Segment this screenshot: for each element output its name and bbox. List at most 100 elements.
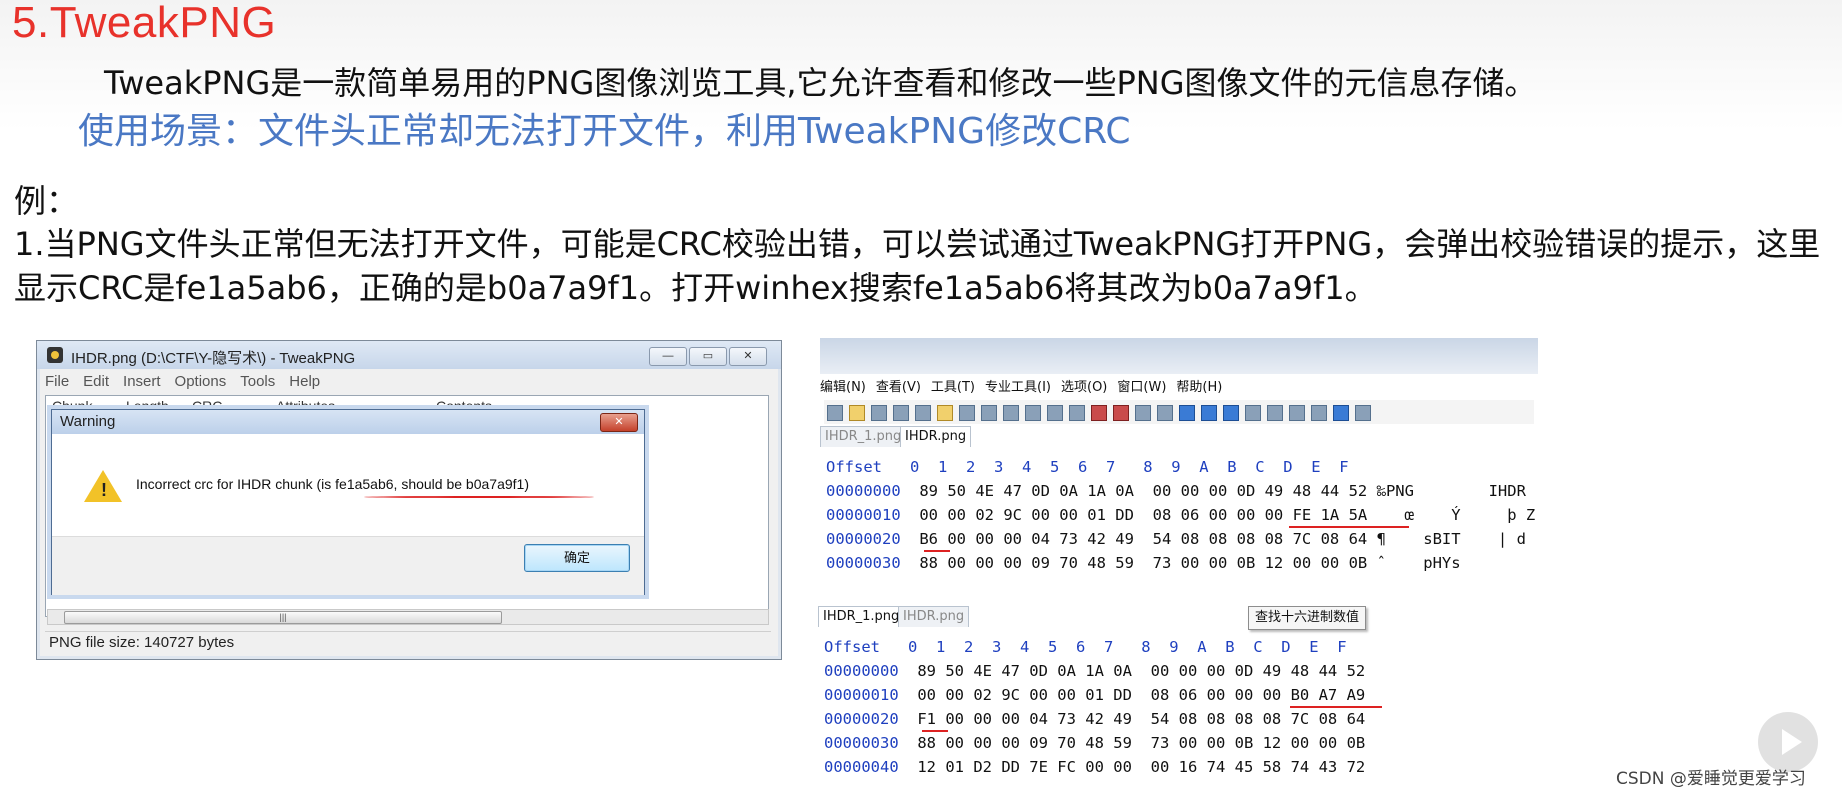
- winhex-menubar: 编辑(N) 查看(V) 工具(T) 专业工具(I) 选项(O) 窗口(W) 帮助(H): [820, 376, 1232, 396]
- winhex-titlebar: [820, 338, 1538, 374]
- tab-ihdr[interactable]: IHDR.png: [900, 426, 972, 447]
- row-hex[interactable]: 88 00 00 00 09 70 48 59 73 00 00 0B 12 0…: [917, 734, 1365, 752]
- maximize-button[interactable]: ▭: [689, 347, 727, 366]
- winhex-after-window: IHDR_1.png IHDR.png 查找十六进制数值 Offset 0 1 …: [818, 606, 1384, 794]
- menu-help[interactable]: 帮助(H): [1176, 380, 1222, 395]
- print-icon[interactable]: [893, 405, 909, 421]
- row-ascii[interactable]: ¶ sBIT | d: [1377, 530, 1526, 548]
- forward-arrow-icon[interactable]: [1245, 405, 1261, 421]
- hex-row[interactable]: 00000040 12 01 D2 DD 7E FC 00 00 00 16 7…: [824, 756, 1365, 778]
- back-arrow-icon[interactable]: [1223, 405, 1239, 421]
- ok-button[interactable]: 确定: [524, 544, 630, 572]
- hex-row[interactable]: 00000020 B6 00 00 00 04 73 42 49 54 08 0…: [826, 528, 1526, 550]
- disk-icon[interactable]: [937, 405, 953, 421]
- row-offset: 00000040: [824, 758, 899, 776]
- goto-page-icon[interactable]: [1201, 405, 1217, 421]
- warning-exclamation-icon: !: [101, 480, 107, 500]
- menu-tools[interactable]: 工具(T): [931, 380, 975, 395]
- horizontal-scrollbar[interactable]: |||: [47, 609, 769, 625]
- intro-text: TweakPNG是一款简单易用的PNG图像浏览工具,它允许查看和修改一些PNG图…: [104, 64, 1537, 102]
- disk-tools-icon[interactable]: [1267, 405, 1283, 421]
- tab-ihdr[interactable]: IHDR.png: [898, 606, 970, 627]
- hex-row[interactable]: 00000030 88 00 00 00 09 70 48 59 73 00 0…: [824, 732, 1365, 754]
- hex-row[interactable]: 00000020 F1 00 00 00 04 73 42 49 54 08 0…: [824, 708, 1365, 730]
- row-hex[interactable]: B6 00 00 00 04 73 42 49 54 08 08 08 08 7…: [919, 530, 1367, 548]
- clipboard-icon[interactable]: [1047, 405, 1063, 421]
- dialog-close-button[interactable]: ✕: [600, 413, 638, 432]
- minimize-button[interactable]: —: [649, 347, 687, 366]
- new-crc-underline: [1290, 706, 1382, 708]
- dialog-titlebar[interactable]: Warning ✕: [52, 410, 644, 434]
- winhex-before-window: 编辑(N) 查看(V) 工具(T) 专业工具(I) 选项(O) 窗口(W) 帮助(H) IH…: [820, 338, 1538, 578]
- find-hex-tooltip: 查找十六进制数值: [1248, 606, 1367, 630]
- write-icon[interactable]: [1069, 405, 1085, 421]
- search-icon[interactable]: [1355, 405, 1371, 421]
- menu-file[interactable]: File: [45, 373, 69, 390]
- row-offset: 00000000: [824, 662, 899, 680]
- column-header: 0 1 2 3 4 5 6 7 8 9 A B C D E F: [900, 458, 1349, 476]
- replace-hex-icon[interactable]: [1157, 405, 1173, 421]
- row-hex[interactable]: 00 00 02 9C 00 00 01 DD 08 06 00 00 00 B…: [917, 686, 1365, 704]
- row-ascii[interactable]: œ Ý þ Z: [1377, 506, 1536, 524]
- row-hex[interactable]: F1 00 00 00 04 73 42 49 54 08 08 08 08 7…: [917, 710, 1365, 728]
- goto-offset-icon[interactable]: [1179, 405, 1195, 421]
- copy-icon[interactable]: [981, 405, 997, 421]
- play-button[interactable]: [1758, 712, 1818, 772]
- tweakpng-titlebar[interactable]: IHDR.png (D:\CTF\Y-隐写术\) - TweakPNG — ▭ …: [37, 341, 781, 369]
- menu-insert[interactable]: Insert: [123, 373, 161, 390]
- calculator-icon[interactable]: [1311, 405, 1327, 421]
- undo-icon[interactable]: [959, 405, 975, 421]
- scroll-thumb[interactable]: |||: [64, 611, 502, 624]
- new-file-icon[interactable]: [827, 405, 843, 421]
- menu-edit[interactable]: 编辑(N): [820, 380, 866, 395]
- slide-title: 5.TweakPNG: [12, 0, 277, 47]
- hex-row[interactable]: 00000010 00 00 02 9C 00 00 01 DD 08 06 0…: [826, 504, 1535, 526]
- find-text-icon[interactable]: [1091, 405, 1107, 421]
- row-offset: 00000020: [826, 530, 901, 548]
- menu-edit[interactable]: Edit: [83, 373, 109, 390]
- csdn-watermark: CSDN @爱睡觉更爱学习: [1616, 769, 1806, 789]
- row-offset: 00000030: [824, 734, 899, 752]
- tab-ihdr1[interactable]: IHDR_1.png: [820, 426, 907, 447]
- row-ascii[interactable]: ‰PNG IHDR: [1377, 482, 1526, 500]
- tweakpng-menubar: File Edit Insert Options Tools Help: [45, 373, 334, 393]
- row-ascii[interactable]: ˆ pHYs: [1377, 554, 1461, 572]
- dialog-title: Warning: [60, 413, 116, 430]
- save-icon[interactable]: [871, 405, 887, 421]
- tab-ihdr1[interactable]: IHDR_1.png: [818, 606, 905, 627]
- example-label: 例：: [14, 182, 79, 220]
- menu-options[interactable]: 选项(O): [1061, 380, 1107, 395]
- new-crc-underline-2: [922, 730, 948, 732]
- menu-tools[interactable]: Tools: [240, 373, 275, 390]
- column-header: 0 1 2 3 4 5 6 7 8 9 A B C D E F: [898, 638, 1347, 656]
- row-hex[interactable]: 12 01 D2 DD 7E FC 00 00 00 16 74 45 58 7…: [917, 758, 1365, 776]
- hex-row[interactable]: 00000000 89 50 4E 47 0D 0A 1A 0A 00 00 0…: [826, 480, 1526, 502]
- open-folder-icon[interactable]: [849, 405, 865, 421]
- menu-view[interactable]: 查看(V): [876, 380, 921, 395]
- hex-row[interactable]: 00000030 88 00 00 00 09 70 48 59 73 00 0…: [826, 552, 1461, 574]
- data-interpreter-icon[interactable]: [1333, 405, 1349, 421]
- winhex-toolbar: [824, 400, 1534, 424]
- ram-icon[interactable]: [1289, 405, 1305, 421]
- properties-icon[interactable]: [915, 405, 931, 421]
- old-crc-underline-2: [924, 550, 950, 552]
- row-hex[interactable]: 00 00 02 9C 00 00 01 DD 08 06 00 00 00 F…: [919, 506, 1367, 524]
- dialog-message: Incorrect crc for IHDR chunk (is fe1a5ab…: [136, 476, 529, 492]
- menu-options[interactable]: Options: [175, 373, 227, 390]
- hex-row[interactable]: 00000010 00 00 02 9C 00 00 01 DD 08 06 0…: [824, 684, 1365, 706]
- tweakpng-window: IHDR.png (D:\CTF\Y-隐写术\) - TweakPNG — ▭ …: [36, 340, 782, 660]
- hex-row[interactable]: 00000000 89 50 4E 47 0D 0A 1A 0A 00 00 0…: [824, 660, 1365, 682]
- paste-special-icon[interactable]: [1025, 405, 1041, 421]
- find-hex-icon[interactable]: [1113, 405, 1129, 421]
- row-offset: 00000020: [824, 710, 899, 728]
- row-hex[interactable]: 89 50 4E 47 0D 0A 1A 0A 00 00 00 0D 49 4…: [919, 482, 1367, 500]
- replace-text-icon[interactable]: [1135, 405, 1151, 421]
- paste-icon[interactable]: [1003, 405, 1019, 421]
- row-hex[interactable]: 88 00 00 00 09 70 48 59 73 00 00 0B 12 0…: [919, 554, 1367, 572]
- close-window-button[interactable]: ✕: [729, 347, 767, 366]
- menu-help[interactable]: Help: [289, 373, 320, 390]
- row-hex[interactable]: 89 50 4E 47 0D 0A 1A 0A 00 00 00 0D 49 4…: [917, 662, 1365, 680]
- menu-pro-tools[interactable]: 专业工具(I): [985, 380, 1051, 395]
- menu-window[interactable]: 窗口(W): [1117, 380, 1166, 395]
- status-bar: PNG file size: 140727 bytes: [45, 631, 771, 654]
